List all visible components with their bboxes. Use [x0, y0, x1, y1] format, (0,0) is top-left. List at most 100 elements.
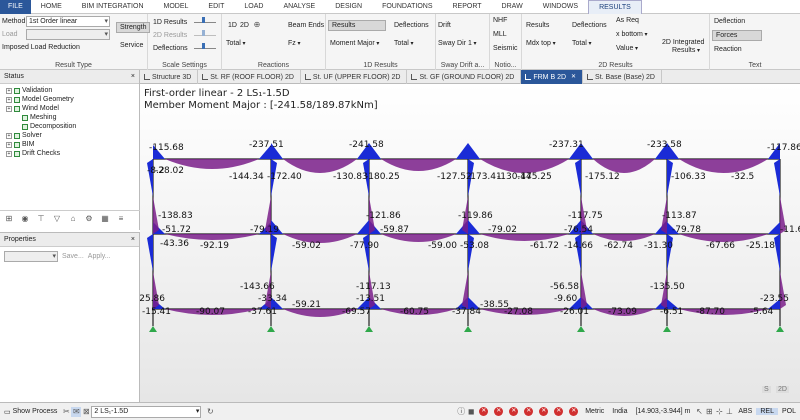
- tab-4[interactable]: FRM B 2D ✕: [521, 70, 584, 84]
- tree-item[interactable]: + Model Geometry: [0, 95, 139, 104]
- rel-toggle[interactable]: REL: [756, 408, 778, 415]
- tab-2[interactable]: St. UF (UPPER FLOOR) 2D: [301, 70, 408, 84]
- view-mode-button[interactable]: 2D: [776, 386, 789, 393]
- reactions-2d-button[interactable]: 2D: [236, 20, 253, 31]
- grid-icon[interactable]: ⊞: [704, 407, 714, 417]
- sway-dir-select[interactable]: Sway Dir 1: [438, 40, 477, 47]
- load-combination-select[interactable]: 2 LS₁-1.5D: [91, 405, 202, 418]
- value-select[interactable]: Value: [616, 45, 638, 52]
- deflections-1d-button[interactable]: Deflections: [394, 22, 429, 29]
- menu-draw[interactable]: DRAW: [492, 0, 533, 14]
- apply-button[interactable]: Apply...: [88, 253, 111, 260]
- filter-icon[interactable]: ▽: [52, 214, 62, 224]
- snap-button[interactable]: S: [762, 386, 771, 393]
- ortho-icon[interactable]: ⊥: [724, 407, 734, 417]
- integrated-2d-button[interactable]: 2D Integrated: [662, 39, 704, 46]
- integrated-2d-results[interactable]: Results: [672, 47, 700, 54]
- reactions-icon[interactable]: ⊕: [252, 20, 262, 30]
- menu-home[interactable]: HOME: [31, 0, 72, 14]
- globe-icon[interactable]: ◉: [20, 214, 30, 224]
- imposed-load-reduction[interactable]: Imposed Load Reduction: [2, 44, 80, 51]
- error-icon-5[interactable]: ✕: [539, 407, 549, 416]
- reactions-total-select[interactable]: Total: [226, 40, 245, 47]
- expand-icon[interactable]: +: [6, 96, 12, 103]
- reaction-text-button[interactable]: Reaction: [714, 46, 742, 53]
- tree-item[interactable]: + Validation: [0, 86, 139, 95]
- moment-major-select[interactable]: Moment Major: [330, 40, 379, 47]
- structure-icon[interactable]: ⊞: [4, 214, 14, 224]
- error-icon-7[interactable]: ✕: [569, 407, 579, 416]
- properties-close-icon[interactable]: ×: [131, 233, 135, 246]
- deflection-text-button[interactable]: Deflection: [714, 18, 745, 25]
- show-process-button[interactable]: ▭ Show Process: [0, 408, 61, 416]
- abs-toggle[interactable]: ABS: [734, 408, 756, 415]
- reactions-fz-select[interactable]: Fz: [288, 40, 300, 47]
- menu-model[interactable]: MODEL: [154, 0, 199, 14]
- scale-deflections-slider[interactable]: [194, 43, 216, 49]
- nhf-button[interactable]: NHF: [493, 17, 507, 24]
- properties-select[interactable]: [4, 251, 58, 262]
- error-icon-4[interactable]: ✕: [524, 407, 534, 416]
- panel-close-icon[interactable]: ×: [131, 70, 135, 83]
- menu-results[interactable]: RESULTS: [588, 0, 642, 14]
- as-req-button[interactable]: As Req: [616, 17, 639, 24]
- scissors-icon[interactable]: ✂: [61, 407, 71, 417]
- tab-5[interactable]: St. Base (Base) 2D: [583, 70, 662, 84]
- beam-ends-button[interactable]: Beam Ends: [288, 22, 324, 29]
- error-icon-1[interactable]: ✕: [479, 407, 489, 416]
- combo-icon[interactable]: ⊠: [81, 407, 91, 417]
- error-icon-3[interactable]: ✕: [509, 407, 519, 416]
- menu-design[interactable]: DESIGN: [325, 0, 372, 14]
- deflections-2d-button[interactable]: Deflections: [572, 22, 607, 29]
- error-icon-6[interactable]: ✕: [554, 407, 564, 416]
- error-icon-2[interactable]: ✕: [494, 407, 504, 416]
- tree-item[interactable]: + Wind Model: [0, 104, 139, 113]
- tree-item[interactable]: + BIM: [0, 140, 139, 149]
- forces-text-button[interactable]: Forces: [712, 30, 762, 41]
- tab-3[interactable]: St. GF (GROUND FLOOR) 2D: [407, 70, 522, 84]
- expand-icon[interactable]: +: [6, 141, 12, 148]
- refresh-icon[interactable]: ↻: [205, 407, 215, 417]
- results-2d-button[interactable]: Results: [526, 22, 549, 29]
- mdx-top-select[interactable]: Mdx top: [526, 40, 556, 47]
- method-select[interactable]: 1st Order linear: [26, 16, 110, 27]
- menu-foundations[interactable]: FOUNDATIONS: [372, 0, 442, 14]
- load-select[interactable]: [26, 29, 110, 40]
- total-1d-select[interactable]: Total: [394, 40, 413, 47]
- total-2d-select[interactable]: Total: [572, 40, 591, 47]
- menu-analyse[interactable]: ANALYSE: [273, 0, 325, 14]
- tree-item[interactable]: Decomposition: [0, 122, 139, 131]
- menu-file[interactable]: FILE: [0, 0, 31, 14]
- menu-bim-integration[interactable]: BIM INTEGRATION: [72, 0, 154, 14]
- tab-0[interactable]: Structure 3D: [140, 70, 199, 84]
- seismic-button[interactable]: Seismic: [493, 45, 518, 52]
- expand-icon[interactable]: +: [6, 132, 12, 139]
- tree-icon[interactable]: ⊤: [36, 214, 46, 224]
- tree-item[interactable]: + Drift Checks: [0, 149, 139, 158]
- save-button[interactable]: Save...: [62, 253, 84, 260]
- results-1d-button[interactable]: Results: [328, 20, 386, 31]
- settings-icon[interactable]: ⚙: [84, 214, 94, 224]
- drift-button[interactable]: Drift: [438, 22, 451, 29]
- region-label[interactable]: India: [608, 408, 631, 415]
- units-label[interactable]: Metric: [581, 408, 608, 415]
- tree-item[interactable]: + Solver: [0, 131, 139, 140]
- pol-toggle[interactable]: POL: [778, 408, 800, 415]
- envelope-icon[interactable]: ✉: [71, 406, 82, 417]
- snap-icon[interactable]: ⊹: [714, 407, 724, 417]
- strength-button[interactable]: Strength: [116, 22, 151, 33]
- menu-load[interactable]: LOAD: [234, 0, 273, 14]
- menu-report[interactable]: REPORT: [443, 0, 492, 14]
- tree-item[interactable]: Meshing: [0, 113, 139, 122]
- list-icon[interactable]: ≡: [116, 214, 126, 224]
- expand-icon[interactable]: +: [6, 105, 12, 112]
- lock-icon[interactable]: ⌂: [68, 214, 78, 224]
- info-icon[interactable]: ⓘ: [456, 407, 466, 417]
- stop-icon[interactable]: ◼: [466, 407, 476, 417]
- tab-1[interactable]: St. RF (ROOF FLOOR) 2D: [198, 70, 301, 84]
- scale-1d-slider[interactable]: [194, 17, 216, 23]
- scale-2d-slider[interactable]: [194, 30, 216, 36]
- cursor-icon[interactable]: ↖: [694, 407, 704, 417]
- tab-close-icon[interactable]: ✕: [571, 71, 576, 84]
- x-bottom-select[interactable]: x bottom: [616, 31, 648, 38]
